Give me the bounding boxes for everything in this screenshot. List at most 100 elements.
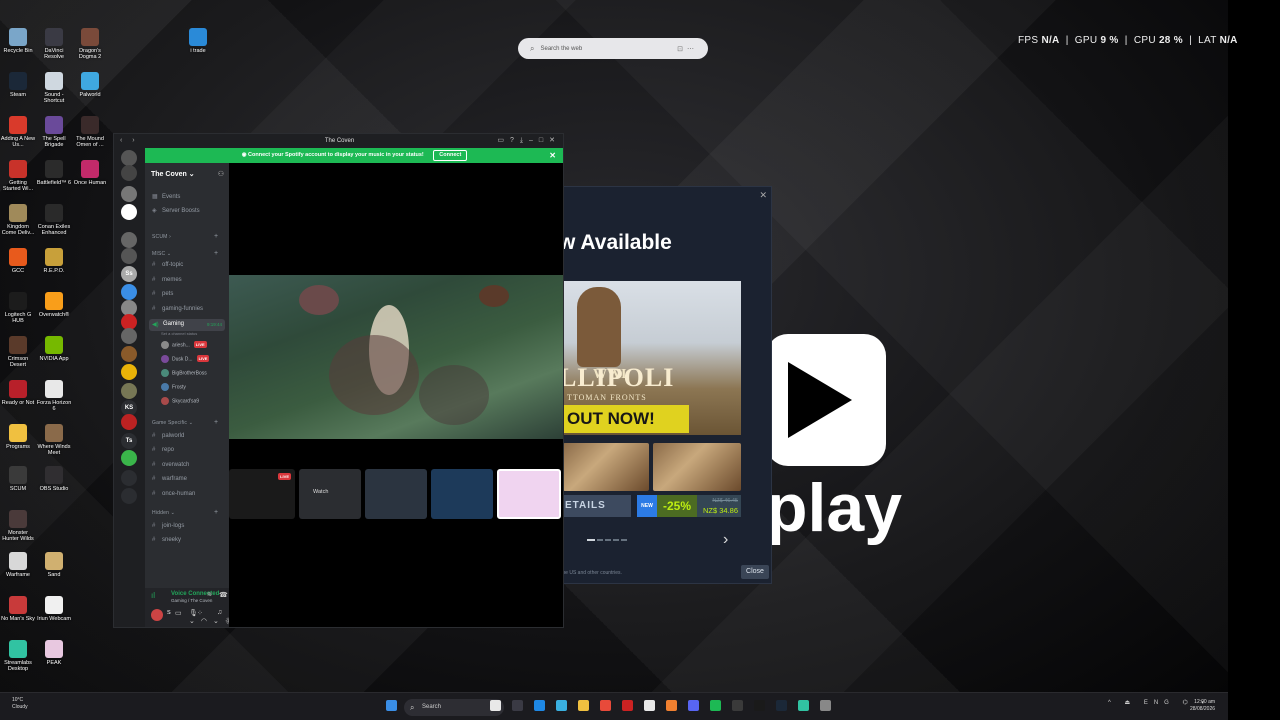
desktop-icon[interactable]: Where Winds Meet: [36, 424, 72, 456]
server-icon[interactable]: [121, 186, 137, 202]
desktop-icon[interactable]: Logitech G HUB: [0, 292, 36, 324]
voice-user[interactable]: Skycard'sa9: [161, 397, 199, 405]
desktop-icon[interactable]: PEAK: [36, 640, 72, 666]
desktop-icon[interactable]: Forza Horizon 6: [36, 380, 72, 412]
desktop-icon[interactable]: Once Human: [72, 160, 108, 186]
close-icon[interactable]: ✕: [549, 148, 556, 163]
clock[interactable]: 12:00 am 28/08/2026: [1190, 699, 1215, 713]
chrome-icon[interactable]: [556, 700, 567, 711]
server-icon[interactable]: Ss: [121, 266, 137, 282]
acrobat-icon[interactable]: [622, 700, 633, 711]
web-search-widget[interactable]: ⌕ Search the web ⊡⋯: [518, 38, 708, 59]
server-name-header[interactable]: The Coven ⌄: [151, 170, 195, 178]
add-channel-icon[interactable]: +: [214, 250, 218, 257]
disconnect-icon[interactable]: ☎: [219, 591, 228, 599]
desktop-icon[interactable]: Steam: [0, 72, 36, 98]
desktop-icon[interactable]: The Mound Omen of ...: [72, 116, 108, 148]
desktop-icon[interactable]: OBS Studio: [36, 466, 72, 492]
desktop-icon[interactable]: Ready or Not: [0, 380, 36, 406]
voice-user[interactable]: Dusk D... LIVE: [161, 355, 210, 363]
channel-pets[interactable]: # pets: [152, 291, 173, 297]
voice-user[interactable]: ariesh... LIVE: [161, 341, 207, 349]
sidebar-item-events[interactable]: ▦ Events: [152, 193, 180, 200]
channel-repo[interactable]: # repo: [152, 447, 174, 453]
weather-widget[interactable]: 10°C Cloudy: [12, 697, 28, 711]
noise-icon[interactable]: ≋: [207, 591, 212, 598]
github-icon[interactable]: [644, 700, 655, 711]
desktop-icon[interactable]: Warframe: [0, 552, 36, 578]
spotify-icon[interactable]: [710, 700, 721, 711]
carousel-dots[interactable]: [587, 539, 627, 541]
chevron-right-icon[interactable]: ›: [723, 531, 728, 549]
add-channel-icon[interactable]: +: [214, 233, 218, 240]
desktop-icon[interactable]: Adding A New Us...: [0, 116, 36, 148]
desktop-icon[interactable]: Sound - Shortcut: [36, 72, 72, 104]
copilot-icon[interactable]: [490, 700, 501, 711]
server-icon[interactable]: [121, 284, 137, 300]
stream-tile[interactable]: Watch: [299, 469, 361, 519]
server-icon[interactable]: [121, 488, 137, 504]
channel-warframe[interactable]: # warframe: [152, 476, 187, 482]
close-button[interactable]: Close: [741, 565, 769, 579]
desktop-icon[interactable]: GCC: [0, 248, 36, 274]
screen-share-icon[interactable]: ▭: [175, 609, 182, 617]
channel-off-topic[interactable]: # off-topic: [152, 262, 183, 268]
channel-palworld[interactable]: # palworld: [152, 433, 184, 439]
desktop-icon[interactable]: Monster Hunter Wilds: [0, 510, 36, 542]
desktop-icon[interactable]: Recycle Bin: [0, 28, 36, 54]
voice-location[interactable]: Gaming / The Coven: [171, 598, 212, 603]
carousel-dot[interactable]: [605, 539, 611, 541]
desktop-icon[interactable]: DaVinci Resolve: [36, 28, 72, 60]
camera-icon[interactable]: ⊡⋯: [677, 45, 698, 53]
obs-icon[interactable]: [732, 700, 743, 711]
desktop-icon[interactable]: Palworld: [72, 72, 108, 98]
channel-memes[interactable]: # memes: [152, 277, 182, 283]
channel-once-human[interactable]: # once-human: [152, 491, 195, 497]
server-icon[interactable]: Ts: [121, 433, 137, 449]
category-game-specific[interactable]: Game Specific ⌄ +: [152, 419, 218, 426]
category-hidden[interactable]: Hidden ⌄ +: [152, 509, 218, 516]
server-icon[interactable]: [121, 470, 137, 486]
add-channel-icon[interactable]: +: [214, 509, 218, 516]
desktop-icon[interactable]: Dragon's Dogma 2: [72, 28, 108, 60]
voice-channel-gaming[interactable]: ◀) Gaming 9:19:44: [149, 319, 225, 331]
nav-arrows-icon[interactable]: ‹ ›: [120, 134, 139, 148]
language-indicator[interactable]: ENG: [1144, 700, 1175, 706]
category-scum[interactable]: SCUM › +: [152, 233, 218, 240]
desktop-icon[interactable]: Streamlabs Desktop: [0, 640, 36, 672]
desktop-icon[interactable]: Kingdom Come Deliv...: [0, 204, 36, 236]
desktop-icon[interactable]: Battlefield™ 6: [36, 160, 72, 186]
carousel-dot[interactable]: [613, 539, 619, 541]
server-icon[interactable]: [121, 248, 137, 264]
desktop-icon[interactable]: Getting Started Wi...: [0, 160, 36, 192]
taskbar-search[interactable]: Search: [404, 699, 504, 716]
task-view-icon[interactable]: [512, 700, 523, 711]
voice-user[interactable]: Frosty: [161, 383, 186, 391]
desktop-icon[interactable]: Programs: [0, 424, 36, 450]
channel-join-logs[interactable]: # join-logs: [152, 523, 184, 529]
server-icon[interactable]: [121, 204, 137, 220]
start-icon[interactable]: [386, 700, 397, 711]
carousel-dot[interactable]: [587, 539, 595, 541]
desktop-icon[interactable]: Crimson Desert: [0, 336, 36, 368]
desktop-icon[interactable]: No Man's Sky: [0, 596, 36, 622]
discord-icon[interactable]: [688, 700, 699, 711]
explorer-icon[interactable]: [578, 700, 589, 711]
desktop-icon[interactable]: Conan Exiles Enhanced: [36, 204, 72, 236]
desktop-icon[interactable]: Iriun Webcam: [36, 596, 72, 622]
carousel-dot[interactable]: [621, 539, 627, 541]
firefox-icon[interactable]: [666, 700, 677, 711]
participant-tile[interactable]: [365, 469, 427, 519]
participant-tile[interactable]: [497, 469, 561, 519]
close-icon[interactable]: ✕: [759, 190, 767, 201]
game-banner[interactable]: WWI LLIPOLI TTOMAN FRONTS OUT NOW!: [563, 281, 741, 435]
server-icon[interactable]: [121, 364, 137, 380]
channel-sneeky[interactable]: # sneeky: [152, 537, 181, 543]
settings-icon[interactable]: [820, 700, 831, 711]
desktop-icon[interactable]: NVIDIA App: [36, 336, 72, 362]
username-label[interactable]: S: [167, 610, 171, 616]
desktop-icon[interactable]: SCUM: [0, 466, 36, 492]
details-button[interactable]: ETAILS: [563, 495, 631, 517]
participant-tile[interactable]: [431, 469, 493, 519]
office-icon[interactable]: [600, 700, 611, 711]
